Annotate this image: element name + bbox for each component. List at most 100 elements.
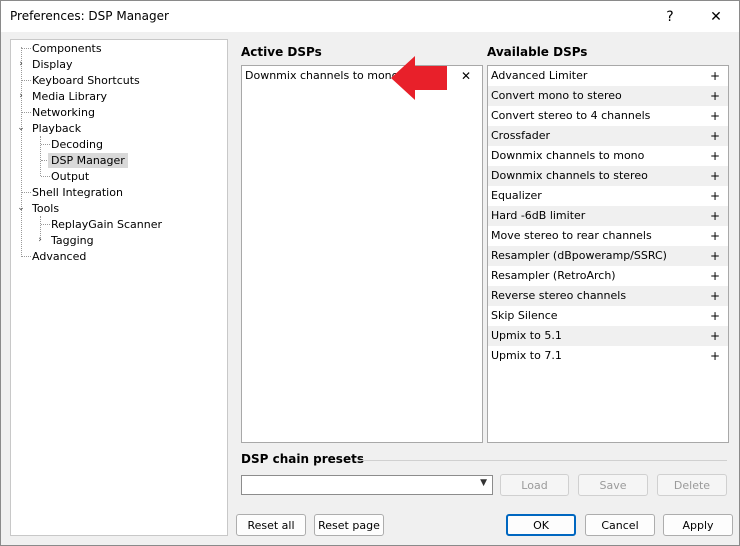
add-icon[interactable]: + <box>710 286 720 306</box>
available-dsp-item[interactable]: Downmix channels to mono + <box>488 146 728 166</box>
available-dsp-label: Downmix channels to stereo <box>491 169 648 182</box>
add-icon[interactable]: + <box>710 126 720 146</box>
available-dsp-item[interactable]: Convert mono to stereo + <box>488 86 728 106</box>
tree-item-decoding[interactable]: Decoding <box>51 137 103 152</box>
active-dsp-label: Downmix channels to mono <box>245 69 399 82</box>
tree-branch <box>41 224 50 225</box>
tree-item-replaygain-scanner[interactable]: ReplayGain Scanner <box>51 217 162 232</box>
tree-branch <box>41 144 50 145</box>
collapse-playback-icon[interactable]: ⌄ <box>17 121 25 136</box>
expand-tagging-icon[interactable]: › <box>36 233 44 248</box>
dsp-chain-presets-heading: DSP chain presets <box>241 452 364 466</box>
tree-item-tools[interactable]: Tools <box>32 201 59 216</box>
available-dsp-item[interactable]: Convert stereo to 4 channels + <box>488 106 728 126</box>
load-button[interactable]: Load <box>500 474 569 496</box>
add-icon[interactable]: + <box>710 346 720 366</box>
available-dsp-item[interactable]: Crossfader + <box>488 126 728 146</box>
available-dsp-label: Move stereo to rear channels <box>491 229 652 242</box>
tree-branch <box>22 80 31 81</box>
help-button[interactable]: ? <box>647 1 693 32</box>
expand-media-library-icon[interactable]: › <box>17 89 25 104</box>
preferences-tree[interactable]: Components › Display Keyboard Shortcuts … <box>10 39 228 536</box>
remove-icon[interactable]: ✕ <box>461 66 471 86</box>
add-icon[interactable]: + <box>710 246 720 266</box>
available-dsp-item[interactable]: Hard -6dB limiter + <box>488 206 728 226</box>
active-dsps-heading: Active DSPs <box>241 45 322 59</box>
available-dsp-item[interactable]: Upmix to 5.1 + <box>488 326 728 346</box>
add-icon[interactable]: + <box>710 66 720 86</box>
delete-button[interactable]: Delete <box>657 474 727 496</box>
available-dsp-label: Crossfader <box>491 129 551 142</box>
available-dsp-label: Equalizer <box>491 189 542 202</box>
active-dsps-list[interactable]: Downmix channels to mono ✕ <box>241 65 483 443</box>
available-dsp-label: Downmix channels to mono <box>491 149 645 162</box>
add-icon[interactable]: + <box>710 86 720 106</box>
available-dsps-list[interactable]: Advanced Limiter + Convert mono to stereo +… <box>487 65 729 443</box>
tree-item-components[interactable]: Components <box>32 41 102 56</box>
available-dsp-label: Reverse stereo channels <box>491 289 627 302</box>
add-icon[interactable]: + <box>710 326 720 346</box>
available-dsp-item[interactable]: Reverse stereo channels + <box>488 286 728 306</box>
reset-page-button[interactable]: Reset page <box>314 514 384 536</box>
apply-button[interactable]: Apply <box>663 514 733 536</box>
available-dsp-label: Convert stereo to 4 channels <box>491 109 651 122</box>
available-dsp-item[interactable]: Advanced Limiter + <box>488 66 728 86</box>
tree-branch <box>41 176 50 177</box>
presets-divider <box>359 460 727 461</box>
available-dsp-item[interactable]: Downmix channels to stereo + <box>488 166 728 186</box>
tree-item-media-library[interactable]: Media Library <box>32 89 107 104</box>
available-dsp-label: Resampler (dBpoweramp/SSRC) <box>491 249 667 262</box>
help-icon: ? <box>666 8 674 25</box>
available-dsp-item[interactable]: Resampler (RetroArch) + <box>488 266 728 286</box>
available-dsp-label: Upmix to 5.1 <box>491 329 562 342</box>
tree-item-display[interactable]: Display <box>32 57 73 72</box>
tree-item-output[interactable]: Output <box>51 169 89 184</box>
tree-guide-playback <box>40 136 41 176</box>
available-dsp-label: Hard -6dB limiter <box>491 209 586 222</box>
tree-item-advanced[interactable]: Advanced <box>32 249 86 264</box>
tree-item-dsp-manager[interactable]: DSP Manager <box>48 153 128 168</box>
add-icon[interactable]: + <box>710 186 720 206</box>
available-dsps-heading: Available DSPs <box>487 45 588 59</box>
preset-select[interactable]: ▼ <box>241 475 493 495</box>
available-dsp-item[interactable]: Skip Silence + <box>488 306 728 326</box>
close-icon: ✕ <box>710 8 722 25</box>
available-dsp-label: Advanced Limiter <box>491 69 588 82</box>
add-icon[interactable]: + <box>710 306 720 326</box>
add-icon[interactable]: + <box>710 266 720 286</box>
add-icon[interactable]: + <box>710 226 720 246</box>
reset-all-button[interactable]: Reset all <box>236 514 306 536</box>
available-dsp-item[interactable]: Upmix to 7.1 + <box>488 346 728 366</box>
available-dsp-item[interactable]: Equalizer + <box>488 186 728 206</box>
preferences-window: Preferences: DSP Manager ? ✕ Components … <box>0 0 740 546</box>
tree-item-shell-integration[interactable]: Shell Integration <box>32 185 123 200</box>
tree-item-tagging[interactable]: Tagging <box>51 233 94 248</box>
arrow-shape <box>391 56 447 100</box>
tree-guide-root <box>21 47 22 257</box>
title-bar: Preferences: DSP Manager ? ✕ <box>1 1 739 32</box>
chevron-down-icon: ▼ <box>480 478 487 488</box>
add-icon[interactable]: + <box>710 166 720 186</box>
red-arrow-icon <box>391 56 447 100</box>
available-dsp-label: Resampler (RetroArch) <box>491 269 616 282</box>
available-dsp-item[interactable]: Resampler (dBpoweramp/SSRC) + <box>488 246 728 266</box>
close-button[interactable]: ✕ <box>693 1 739 32</box>
tree-branch <box>22 256 31 257</box>
cancel-button[interactable]: Cancel <box>585 514 655 536</box>
tree-item-networking[interactable]: Networking <box>32 105 95 120</box>
available-dsp-item[interactable]: Move stereo to rear channels + <box>488 226 728 246</box>
add-icon[interactable]: + <box>710 206 720 226</box>
available-dsp-label: Upmix to 7.1 <box>491 349 562 362</box>
available-dsp-label: Convert mono to stereo <box>491 89 622 102</box>
ok-button[interactable]: OK <box>506 514 576 536</box>
tree-branch <box>22 112 31 113</box>
add-icon[interactable]: + <box>710 146 720 166</box>
collapse-tools-icon[interactable]: ⌄ <box>17 201 25 216</box>
expand-display-icon[interactable]: › <box>17 57 25 72</box>
save-button[interactable]: Save <box>578 474 648 496</box>
add-icon[interactable]: + <box>710 106 720 126</box>
tree-item-keyboard-shortcuts[interactable]: Keyboard Shortcuts <box>32 73 140 88</box>
available-dsp-label: Skip Silence <box>491 309 558 322</box>
tree-item-playback[interactable]: Playback <box>32 121 81 136</box>
tree-branch <box>22 192 31 193</box>
